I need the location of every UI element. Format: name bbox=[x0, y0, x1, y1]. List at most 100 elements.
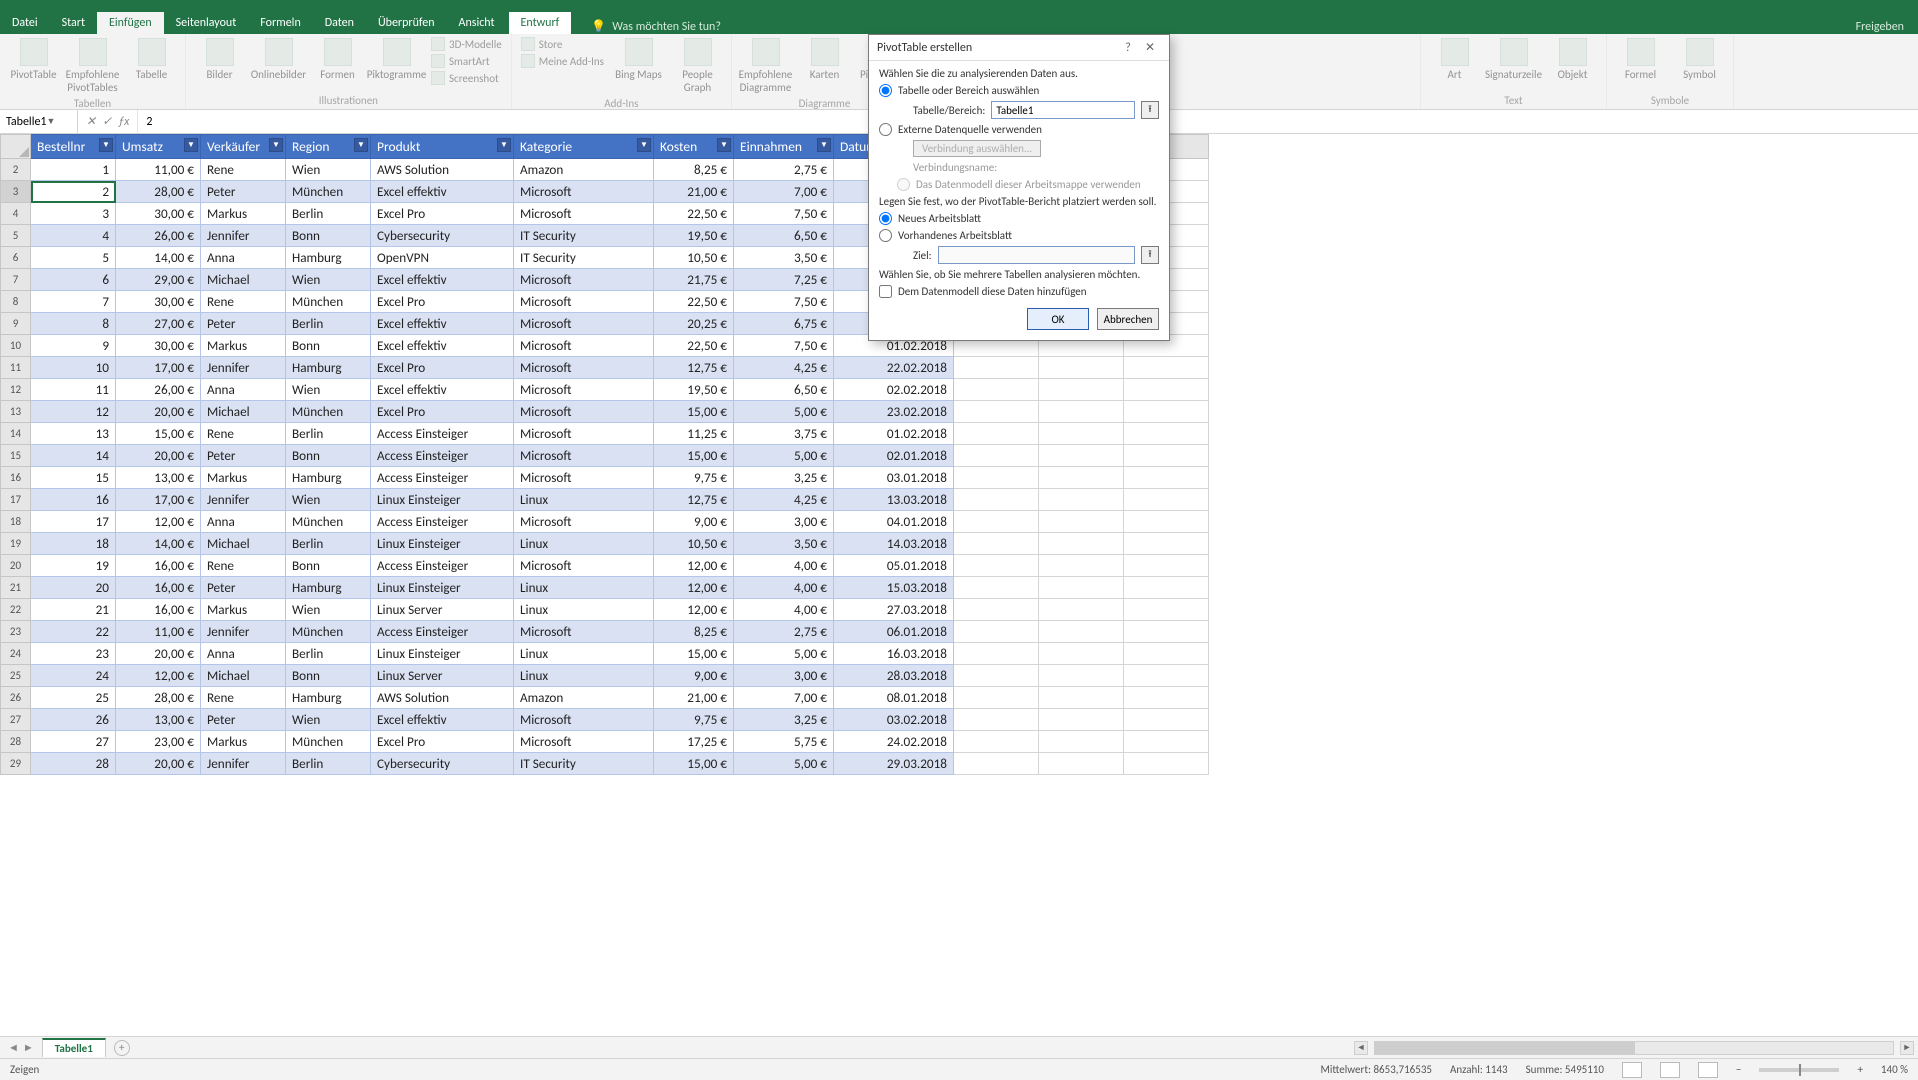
cell[interactable] bbox=[1124, 643, 1209, 665]
bing-maps-button[interactable]: Bing Maps bbox=[611, 36, 666, 96]
cell[interactable]: 9,00 € bbox=[654, 511, 734, 533]
cell[interactable]: 15,00 € bbox=[654, 643, 734, 665]
onlinebilder-button[interactable]: Onlinebilder bbox=[251, 36, 306, 83]
cell[interactable] bbox=[1039, 445, 1124, 467]
cell[interactable]: München bbox=[286, 731, 371, 753]
cell[interactable]: 23 bbox=[31, 643, 116, 665]
cell[interactable]: Cybersecurity bbox=[371, 225, 514, 247]
formel-button[interactable]: Formel bbox=[1613, 36, 1668, 83]
cell[interactable]: 11,00 € bbox=[116, 621, 201, 643]
option-new-sheet-radio[interactable] bbox=[879, 212, 892, 225]
cell[interactable]: 5,00 € bbox=[734, 753, 834, 775]
view-normal-button[interactable] bbox=[1622, 1062, 1642, 1078]
sheet-tab-active[interactable]: Tabelle1 bbox=[42, 1038, 106, 1057]
cell[interactable]: Anna bbox=[201, 379, 286, 401]
cell[interactable]: Rene bbox=[201, 423, 286, 445]
cell[interactable]: Markus bbox=[201, 467, 286, 489]
row-header[interactable]: 8 bbox=[1, 291, 31, 313]
cell[interactable]: Berlin bbox=[286, 533, 371, 555]
column-header-umsatz[interactable]: Umsatz▼ bbox=[116, 135, 201, 159]
cell[interactable]: 4,00 € bbox=[734, 599, 834, 621]
cell[interactable] bbox=[954, 511, 1039, 533]
cell[interactable]: 26,00 € bbox=[116, 379, 201, 401]
cell[interactable]: Berlin bbox=[286, 313, 371, 335]
cell[interactable] bbox=[954, 621, 1039, 643]
cell[interactable]: 23,00 € bbox=[116, 731, 201, 753]
empfohlene-diagramme-button[interactable]: Empfohlene Diagramme bbox=[738, 36, 793, 96]
cell[interactable]: 01.02.2018 bbox=[834, 423, 954, 445]
cell[interactable]: Michael bbox=[201, 533, 286, 555]
option-table-range[interactable]: Tabelle oder Bereich auswählen bbox=[879, 84, 1159, 97]
cell[interactable]: 1 bbox=[31, 159, 116, 181]
accept-formula-icon[interactable]: ✓ bbox=[102, 114, 112, 129]
cell[interactable]: 10,50 € bbox=[654, 533, 734, 555]
objekt-button[interactable]: Objekt bbox=[1545, 36, 1600, 83]
cell[interactable] bbox=[954, 379, 1039, 401]
cancel-button[interactable]: Abbrechen bbox=[1097, 308, 1159, 330]
add-sheet-button[interactable]: + bbox=[114, 1040, 130, 1056]
meine-add-ins-button[interactable]: Meine Add-Ins bbox=[518, 53, 607, 69]
column-header-produkt[interactable]: Produkt▼ bbox=[371, 135, 514, 159]
cell[interactable]: 8,25 € bbox=[654, 159, 734, 181]
cell[interactable]: Bonn bbox=[286, 555, 371, 577]
cell[interactable]: 5,00 € bbox=[734, 445, 834, 467]
cell[interactable]: München bbox=[286, 291, 371, 313]
cell[interactable]: München bbox=[286, 181, 371, 203]
cell[interactable]: Linux bbox=[514, 599, 654, 621]
ribbon-tab-ansicht[interactable]: Ansicht bbox=[447, 12, 507, 34]
cell[interactable]: Rene bbox=[201, 291, 286, 313]
cell[interactable]: 11 bbox=[31, 379, 116, 401]
cell[interactable] bbox=[1039, 687, 1124, 709]
cell[interactable]: 22,50 € bbox=[654, 291, 734, 313]
cell[interactable] bbox=[1124, 467, 1209, 489]
cell[interactable]: 08.01.2018 bbox=[834, 687, 954, 709]
cell[interactable]: Peter bbox=[201, 577, 286, 599]
cell[interactable]: 7 bbox=[31, 291, 116, 313]
table-range-input[interactable] bbox=[991, 101, 1135, 119]
cell[interactable]: Bonn bbox=[286, 445, 371, 467]
cell[interactable]: Amazon bbox=[514, 159, 654, 181]
option-external-data-radio[interactable] bbox=[879, 123, 892, 136]
cell[interactable]: Rene bbox=[201, 687, 286, 709]
sheet-nav-first-icon[interactable]: ◄ bbox=[8, 1041, 19, 1054]
cell[interactable]: 19 bbox=[31, 555, 116, 577]
cell[interactable]: Microsoft bbox=[514, 269, 654, 291]
cell[interactable] bbox=[1039, 577, 1124, 599]
cell[interactable]: Excel Pro bbox=[371, 731, 514, 753]
cell[interactable]: 29.03.2018 bbox=[834, 753, 954, 775]
cell[interactable]: Excel Pro bbox=[371, 291, 514, 313]
cell[interactable]: Berlin bbox=[286, 753, 371, 775]
cell[interactable] bbox=[1039, 599, 1124, 621]
cell[interactable]: 20 bbox=[31, 577, 116, 599]
cell[interactable]: 5,75 € bbox=[734, 731, 834, 753]
cell[interactable]: 12,75 € bbox=[654, 489, 734, 511]
cell[interactable]: 17,00 € bbox=[116, 357, 201, 379]
fx-icon[interactable]: ƒx bbox=[118, 115, 129, 129]
cell[interactable]: 6,75 € bbox=[734, 313, 834, 335]
tell-me-search[interactable]: 💡 Was möchten Sie tun? bbox=[591, 19, 721, 34]
row-header[interactable]: 26 bbox=[1, 687, 31, 709]
formen-button[interactable]: Formen bbox=[310, 36, 365, 83]
cell[interactable] bbox=[954, 687, 1039, 709]
cell[interactable]: 7,00 € bbox=[734, 687, 834, 709]
cell[interactable]: AWS Solution bbox=[371, 687, 514, 709]
cell[interactable]: Excel effektiv bbox=[371, 269, 514, 291]
cell[interactable]: Linux Einsteiger bbox=[371, 577, 514, 599]
row-header[interactable]: 11 bbox=[1, 357, 31, 379]
row-header[interactable]: 12 bbox=[1, 379, 31, 401]
option-external-data[interactable]: Externe Datenquelle verwenden bbox=[879, 123, 1159, 136]
cell[interactable]: 20,00 € bbox=[116, 753, 201, 775]
cancel-formula-icon[interactable]: ✕ bbox=[86, 114, 96, 129]
option-table-range-radio[interactable] bbox=[879, 84, 892, 97]
cell[interactable] bbox=[1039, 731, 1124, 753]
option-existing-sheet-radio[interactable] bbox=[879, 229, 892, 242]
empfohlene-pivottables-button[interactable]: Empfohlene PivotTables bbox=[65, 36, 120, 96]
cell[interactable]: 6,50 € bbox=[734, 379, 834, 401]
cell[interactable]: 04.01.2018 bbox=[834, 511, 954, 533]
cell[interactable]: Rene bbox=[201, 555, 286, 577]
cell[interactable]: Microsoft bbox=[514, 379, 654, 401]
hscroll-track[interactable] bbox=[1374, 1041, 1894, 1055]
cell[interactable]: Microsoft bbox=[514, 181, 654, 203]
cell[interactable]: Markus bbox=[201, 599, 286, 621]
cell[interactable]: 10,50 € bbox=[654, 247, 734, 269]
